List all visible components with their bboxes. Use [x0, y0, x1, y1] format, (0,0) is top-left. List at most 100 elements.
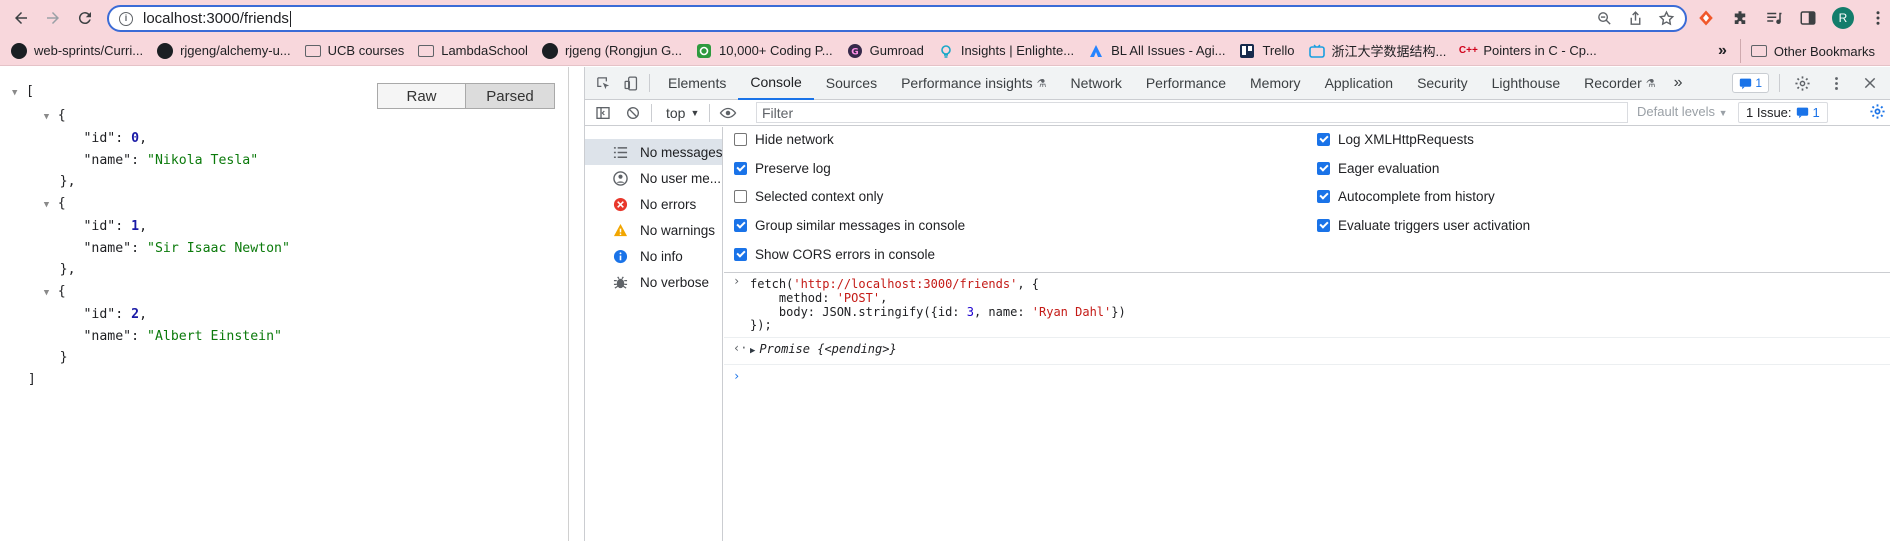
setting-log-xhr[interactable]: Log XMLHttpRequests — [1317, 132, 1474, 147]
promise-result[interactable]: ▶ Promise {<pending>} — [750, 342, 897, 356]
close-devtools-icon[interactable] — [1858, 71, 1882, 95]
setting-autocomplete-history[interactable]: Autocomplete from history — [1317, 189, 1495, 204]
reload-button[interactable] — [70, 3, 100, 33]
console-result-entry[interactable]: ‹· ▶ Promise {<pending>} — [724, 338, 1890, 365]
collapse-triangle-icon[interactable]: ▼ — [12, 83, 26, 105]
tab-console[interactable]: Console — [738, 67, 814, 100]
view-toggle: Raw Parsed — [377, 83, 555, 109]
checkbox[interactable] — [1317, 133, 1330, 146]
console-prompt[interactable]: › — [724, 365, 1890, 389]
console-input-entry[interactable]: › fetch('http://localhost:3000/friends',… — [724, 274, 1890, 339]
tab-elements[interactable]: Elements — [656, 67, 738, 100]
sidebar-item-errors[interactable]: No errors — [585, 191, 722, 217]
zoom-icon[interactable] — [1596, 10, 1613, 27]
bookmark-folder[interactable]: LambdaSchool — [411, 39, 535, 63]
bookmark-item[interactable]: BL All Issues - Agi... — [1081, 39, 1232, 63]
console-body: No messages No user me... No errors No w… — [585, 127, 1890, 541]
site-info-icon[interactable]: i — [119, 11, 133, 26]
back-button[interactable] — [6, 3, 36, 33]
other-bookmarks-folder[interactable]: Other Bookmarks — [1739, 39, 1882, 63]
expand-triangle-icon[interactable]: ▶ — [750, 346, 755, 356]
bookmark-item[interactable]: rjgeng/alchemy-u... — [150, 39, 298, 63]
media-queue-icon[interactable] — [1764, 8, 1784, 28]
setting-eager-evaluation[interactable]: Eager evaluation — [1317, 161, 1439, 176]
setting-label: Evaluate triggers user activation — [1338, 218, 1531, 233]
tab-lighthouse[interactable]: Lighthouse — [1480, 67, 1573, 100]
live-expression-eye-icon[interactable] — [716, 101, 740, 125]
bookmark-item[interactable]: rjgeng (Rongjun G... — [535, 39, 689, 63]
context-selector[interactable]: top ▼ — [658, 105, 707, 121]
checkbox[interactable] — [734, 190, 747, 203]
bookmark-item[interactable]: G Gumroad — [840, 39, 931, 63]
tab-label: Performance insights — [901, 75, 1033, 91]
tab-sources[interactable]: Sources — [814, 67, 889, 100]
bookmark-item[interactable]: 10,000+ Coding P... — [689, 39, 840, 63]
collapse-triangle-icon[interactable]: ▼ — [44, 283, 58, 305]
log-levels-dropdown[interactable]: Default levels ▼ — [1637, 104, 1728, 119]
side-panel-icon[interactable] — [1798, 8, 1818, 28]
url-text[interactable]: localhost:3000/friends — [143, 10, 289, 27]
setting-show-cors-errors[interactable]: Show CORS errors in console — [734, 247, 935, 262]
chrome-menu-icon[interactable] — [1868, 8, 1888, 28]
bookmarks-overflow-button[interactable]: » — [1711, 39, 1734, 63]
issues-badge-button[interactable]: 1 — [1732, 73, 1769, 93]
more-options-icon[interactable] — [1824, 71, 1848, 95]
json-viewer: Raw Parsed ▼[ ▼{ "id": 0, "name": "Nikol… — [0, 67, 569, 541]
profile-avatar[interactable]: R — [1832, 7, 1854, 29]
extensions-puzzle-icon[interactable] — [1730, 8, 1750, 28]
address-bar[interactable]: i localhost:3000/friends — [107, 5, 1687, 32]
console-filter-input[interactable]: Filter — [756, 102, 1628, 123]
extension-orange-icon[interactable] — [1696, 8, 1716, 28]
overflow-chevron-icon: » — [1717, 42, 1727, 59]
sidebar-item-info[interactable]: No info — [585, 243, 722, 269]
sidebar-item-verbose[interactable]: No verbose — [585, 269, 722, 295]
bookmark-star-icon[interactable] — [1658, 10, 1675, 27]
setting-preserve-log[interactable]: Preserve log — [734, 161, 831, 176]
result-chevron-icon: ‹· — [733, 341, 748, 356]
tab-recorder[interactable]: Recorder ⚗ — [1572, 67, 1667, 100]
setting-selected-context-only[interactable]: Selected context only — [734, 189, 883, 204]
tab-application[interactable]: Application — [1313, 67, 1406, 100]
device-toolbar-icon[interactable] — [619, 71, 643, 95]
parsed-button[interactable]: Parsed — [466, 83, 555, 109]
setting-hide-network[interactable]: Hide network — [734, 132, 834, 147]
reload-icon — [78, 12, 91, 25]
tab-network[interactable]: Network — [1058, 67, 1133, 100]
sidebar-item-messages[interactable]: No messages — [585, 139, 722, 165]
tab-security[interactable]: Security — [1405, 67, 1480, 100]
checkbox[interactable] — [1317, 190, 1330, 203]
tab-performance-insights[interactable]: Performance insights ⚗ — [889, 67, 1058, 100]
checkbox[interactable] — [734, 162, 747, 175]
json-property: "name": "Sir Isaac Newton" — [83, 240, 290, 256]
more-tabs-chevron-icon[interactable]: » — [1668, 67, 1689, 100]
collapse-triangle-icon[interactable]: ▼ — [44, 195, 58, 217]
checkbox[interactable] — [1317, 162, 1330, 175]
bookmark-folder[interactable]: UCB courses — [298, 39, 412, 63]
setting-label: Show CORS errors in console — [755, 247, 936, 262]
sidebar-toggle-icon[interactable] — [591, 101, 615, 125]
issues-button[interactable]: 1 Issue: 1 — [1738, 102, 1828, 123]
clear-console-icon[interactable] — [621, 101, 645, 125]
console-settings-gear-icon[interactable] — [1869, 103, 1886, 123]
sidebar-item-user-messages[interactable]: No user me... — [585, 165, 722, 191]
checkbox[interactable] — [734, 248, 747, 261]
tab-performance[interactable]: Performance — [1134, 67, 1238, 100]
setting-group-similar[interactable]: Group similar messages in console — [734, 218, 965, 233]
bookmark-item[interactable]: Insights | Enlighte... — [931, 39, 1081, 63]
checkbox[interactable] — [734, 219, 747, 232]
forward-button[interactable] — [38, 3, 68, 33]
inspect-element-icon[interactable] — [591, 71, 615, 95]
bookmark-item[interactable]: C++ Pointers in C - Cp... — [1453, 39, 1603, 63]
checkbox[interactable] — [1317, 219, 1330, 232]
share-icon[interactable] — [1627, 10, 1644, 27]
settings-gear-icon[interactable] — [1790, 71, 1814, 95]
bookmark-item[interactable]: web-sprints/Curri... — [4, 39, 150, 63]
bookmark-item[interactable]: 浙江大学数据结构... — [1302, 39, 1454, 63]
checkbox[interactable] — [734, 133, 747, 146]
bookmark-item[interactable]: Trello — [1232, 39, 1301, 63]
sidebar-item-warnings[interactable]: No warnings — [585, 217, 722, 243]
setting-evaluate-triggers[interactable]: Evaluate triggers user activation — [1317, 218, 1530, 233]
tab-memory[interactable]: Memory — [1238, 67, 1313, 100]
raw-button[interactable]: Raw — [377, 83, 466, 109]
collapse-triangle-icon[interactable]: ▼ — [44, 107, 58, 129]
